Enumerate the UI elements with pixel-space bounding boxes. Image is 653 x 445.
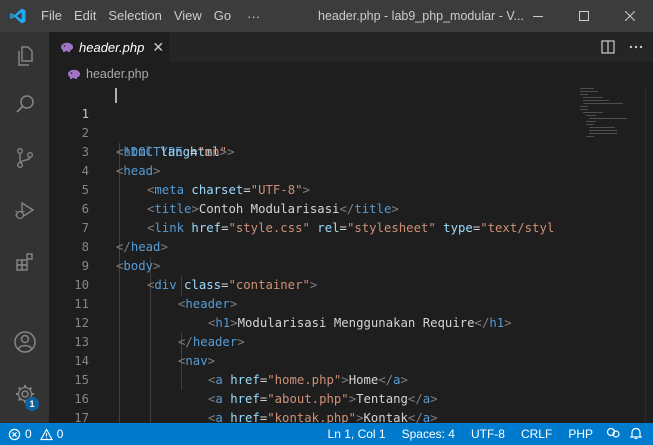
close-window-button[interactable] <box>607 0 653 32</box>
code-editor[interactable]: 1 <!DOCTYPE html> 2 <html lang="en"> 3 <… <box>49 86 653 423</box>
window-controls <box>515 0 653 32</box>
run-debug-button[interactable] <box>0 186 49 234</box>
error-count: 0 <box>25 427 32 441</box>
explorer-button[interactable] <box>0 32 49 80</box>
code-line: 16 <a href="kontak.php">Kontak</a> <box>49 371 653 423</box>
php-elephant-icon <box>61 42 73 52</box>
menu-bar: File Edit Selection View Go ··· <box>35 0 270 32</box>
tab-close-icon[interactable]: ✕ <box>152 39 164 56</box>
account-icon <box>13 331 36 353</box>
menu-more-button[interactable]: ··· <box>237 9 270 24</box>
code-line: 8 <body> <box>49 219 653 273</box>
code-line: 17 </nav> <box>49 390 653 423</box>
tab-header-php[interactable]: header.php ✕ <box>49 32 169 62</box>
warning-count: 0 <box>56 427 64 441</box>
vscode-logo-icon <box>0 0 35 32</box>
code-line: 2 <html lang="en"> <box>49 105 653 159</box>
breadcrumb: header.php <box>49 62 653 86</box>
window-title: header.php - lab9_php_modular - V... <box>318 9 524 23</box>
extensions-icon <box>15 253 33 271</box>
code-line: 13 <nav> <box>49 314 653 368</box>
tab-label: header.php <box>79 39 145 55</box>
error-icon <box>8 428 21 440</box>
code-line: 12 </header> <box>49 295 653 349</box>
code-line: 6 <link href="style.css" rel="stylesheet… <box>49 181 653 235</box>
menu-edit[interactable]: Edit <box>68 0 102 32</box>
source-control-icon <box>16 148 33 169</box>
language-mode[interactable]: PHP <box>560 427 601 441</box>
split-editor-icon[interactable] <box>601 40 615 54</box>
source-control-button[interactable] <box>0 134 49 182</box>
maximize-button[interactable] <box>561 0 607 32</box>
menu-go[interactable]: Go <box>208 0 237 32</box>
code-line: 9 <div class="container"> <box>49 238 653 292</box>
feedback-icon <box>606 427 620 438</box>
close-icon <box>625 11 635 21</box>
cursor-position[interactable]: Ln 1, Col 1 <box>320 427 394 441</box>
code-line: 3 <head> <box>49 124 653 178</box>
search-button[interactable] <box>0 80 49 128</box>
search-icon <box>15 95 34 113</box>
settings-badge: 1 <box>25 397 39 411</box>
breadcrumb-file[interactable]: header.php <box>86 67 149 81</box>
line-number: 17 <box>74 411 89 423</box>
menu-file[interactable]: File <box>35 0 68 32</box>
feedback-button[interactable] <box>601 426 625 443</box>
code-line: 5 <title>Contoh Modularisasi</title> <box>49 162 653 216</box>
accounts-button[interactable] <box>0 318 49 366</box>
notifications-button[interactable] <box>625 426 647 443</box>
end-of-line[interactable]: CRLF <box>513 427 560 441</box>
menu-view[interactable]: View <box>168 0 208 32</box>
files-icon <box>17 46 33 66</box>
code-line: 1 <!DOCTYPE html> <box>49 86 653 159</box>
minimize-button[interactable] <box>515 0 561 32</box>
code-line: 7 </head> <box>49 200 653 254</box>
maximize-icon <box>579 11 589 21</box>
code-line: 4 <meta charset="UTF-8"> <box>49 143 653 197</box>
text-cursor <box>115 88 117 103</box>
activity-bar: 1 <box>0 32 49 423</box>
code-line: 15 <a href="about.php">Tentang</a> <box>49 352 653 406</box>
indentation[interactable]: Spaces: 4 <box>394 427 463 441</box>
bell-icon <box>629 427 643 439</box>
php-elephant-icon <box>68 69 80 79</box>
problems-indicator[interactable]: 0 0 <box>8 423 63 445</box>
debug-icon <box>14 201 34 220</box>
minimap[interactable] <box>574 86 653 423</box>
vertical-scrollbar[interactable] <box>645 86 653 423</box>
status-bar: 0 0 Ln 1, Col 1 Spaces: 4 UTF-8 CRLF PHP <box>0 423 653 445</box>
code-line: 10 <header> <box>49 257 653 311</box>
encoding[interactable]: UTF-8 <box>463 427 513 441</box>
status-bar-right: Ln 1, Col 1 Spaces: 4 UTF-8 CRLF PHP <box>320 423 647 445</box>
code-line: 14 <a href="home.php">Home</a> <box>49 333 653 387</box>
code-line: 11 <h1>Modularisasi Menggunakan Require<… <box>49 276 653 330</box>
minimize-icon <box>533 16 543 17</box>
more-actions-icon[interactable] <box>629 40 643 54</box>
extensions-button[interactable] <box>0 238 49 286</box>
editor-actions <box>601 32 643 62</box>
warning-icon <box>39 427 53 440</box>
menu-selection[interactable]: Selection <box>102 0 167 32</box>
tab-bar: header.php ✕ <box>49 32 653 62</box>
title-bar: File Edit Selection View Go ··· header.p… <box>0 0 653 32</box>
manage-button[interactable]: 1 <box>0 370 49 418</box>
